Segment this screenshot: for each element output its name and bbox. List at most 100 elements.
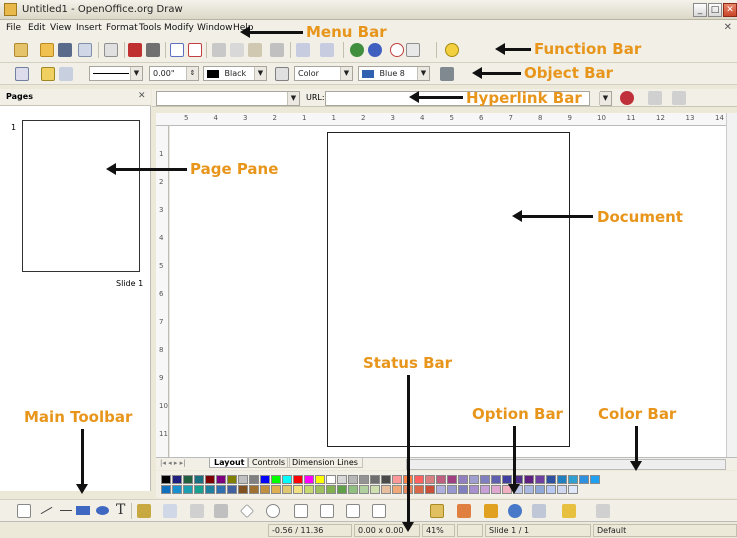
redo-icon[interactable] xyxy=(320,43,334,57)
color-swatch[interactable] xyxy=(436,485,446,494)
color-swatch[interactable] xyxy=(216,485,226,494)
color-swatch[interactable] xyxy=(458,475,468,484)
from-file-icon[interactable] xyxy=(457,504,471,518)
line-icon[interactable] xyxy=(15,67,29,81)
color-swatch[interactable] xyxy=(491,485,501,494)
color-swatch[interactable] xyxy=(172,475,182,484)
format-paintbrush-icon[interactable] xyxy=(270,43,284,57)
color-swatch[interactable] xyxy=(359,485,369,494)
arrow-style-icon[interactable] xyxy=(59,67,73,81)
area-style-select[interactable]: Color ▼ xyxy=(294,66,353,81)
color-swatch[interactable] xyxy=(557,475,567,484)
color-swatch[interactable] xyxy=(392,475,402,484)
color-swatch[interactable] xyxy=(370,485,380,494)
color-swatch[interactable] xyxy=(524,475,534,484)
area-color-select[interactable]: Blue 8 ▼ xyxy=(358,66,430,81)
close-document-icon[interactable]: ✕ xyxy=(724,22,732,33)
color-swatch[interactable] xyxy=(326,485,336,494)
export-pdf-icon[interactable] xyxy=(128,43,142,57)
color-swatch[interactable] xyxy=(392,485,402,494)
vertical-scrollbar[interactable] xyxy=(726,113,737,458)
color-swatch[interactable] xyxy=(271,475,281,484)
color-swatch[interactable] xyxy=(469,485,479,494)
minimize-button[interactable]: _ xyxy=(693,3,707,17)
navigator-icon[interactable] xyxy=(368,43,382,57)
hyperlink-icon[interactable] xyxy=(390,43,404,57)
color-swatch[interactable] xyxy=(359,475,369,484)
arrow-line-tool-icon[interactable] xyxy=(60,510,72,511)
document-page[interactable] xyxy=(327,132,570,447)
menu-tools[interactable]: Tools xyxy=(139,23,161,33)
spellcheck-icon[interactable] xyxy=(170,43,184,57)
color-swatch[interactable] xyxy=(183,485,193,494)
color-swatch[interactable] xyxy=(535,475,545,484)
color-swatch[interactable] xyxy=(348,485,358,494)
line-style-icon[interactable] xyxy=(41,67,55,81)
color-swatch[interactable] xyxy=(425,485,435,494)
edit-file-icon[interactable] xyxy=(104,43,118,57)
color-swatch[interactable] xyxy=(414,485,424,494)
gallery-icon[interactable] xyxy=(484,504,498,518)
menu-file[interactable]: File xyxy=(6,23,21,33)
line-style-select[interactable]: ▼ xyxy=(89,66,143,81)
paste-icon[interactable] xyxy=(248,43,262,57)
menu-view[interactable]: View xyxy=(50,23,71,33)
color-swatch[interactable] xyxy=(337,485,347,494)
status-zoom[interactable]: 41% xyxy=(422,524,455,537)
page-thumbnail[interactable] xyxy=(22,120,140,272)
link-icon[interactable] xyxy=(648,91,662,105)
tab-layout[interactable]: Layout xyxy=(209,458,250,468)
color-swatch[interactable] xyxy=(161,475,171,484)
rotate-icon[interactable] xyxy=(508,504,522,518)
color-swatch[interactable] xyxy=(282,475,292,484)
shadow-icon[interactable] xyxy=(440,67,454,81)
line-tool-icon[interactable] xyxy=(40,506,53,515)
stars-icon[interactable] xyxy=(372,504,386,518)
color-swatch[interactable] xyxy=(414,475,424,484)
tab-nav-arrows[interactable]: |◂ ◂ ▸ ▸| xyxy=(160,459,185,467)
url-history-select[interactable]: ▼ xyxy=(599,91,612,106)
arrange-icon[interactable] xyxy=(562,504,576,518)
basic-shapes-icon[interactable] xyxy=(240,504,254,518)
color-swatch[interactable] xyxy=(425,475,435,484)
rectangle-tool-icon[interactable] xyxy=(76,506,90,515)
color-swatch[interactable] xyxy=(326,475,336,484)
print-icon[interactable] xyxy=(146,43,160,57)
extrusion-icon[interactable] xyxy=(596,504,610,518)
lines-arrows-icon[interactable] xyxy=(190,504,204,518)
color-swatch[interactable] xyxy=(260,475,270,484)
color-swatch[interactable] xyxy=(436,475,446,484)
autospell-icon[interactable] xyxy=(188,43,202,57)
fontwork-icon[interactable] xyxy=(430,504,444,518)
color-swatch[interactable] xyxy=(315,485,325,494)
block-arrows-icon[interactable] xyxy=(294,504,308,518)
color-swatch[interactable] xyxy=(271,485,281,494)
select-icon[interactable] xyxy=(17,504,31,518)
color-swatch[interactable] xyxy=(249,485,259,494)
color-swatch[interactable] xyxy=(183,475,193,484)
color-swatch[interactable] xyxy=(502,475,512,484)
hyperlink-target-icon[interactable] xyxy=(620,91,634,105)
undo-icon[interactable] xyxy=(296,43,310,57)
cut-icon[interactable] xyxy=(212,43,226,57)
color-swatch[interactable] xyxy=(227,475,237,484)
color-swatch[interactable] xyxy=(304,485,314,494)
color-swatch[interactable] xyxy=(480,475,490,484)
color-swatch[interactable] xyxy=(293,475,303,484)
copy-icon[interactable] xyxy=(230,43,244,57)
curve-tool-icon[interactable] xyxy=(137,504,151,518)
menu-window[interactable]: Window xyxy=(197,23,233,33)
color-swatch[interactable] xyxy=(557,485,567,494)
close-button[interactable]: ✕ xyxy=(723,3,737,17)
horizontal-scrollbar[interactable] xyxy=(406,459,726,470)
area-icon[interactable] xyxy=(275,67,289,81)
flowchart-icon[interactable] xyxy=(320,504,334,518)
color-swatch[interactable] xyxy=(546,475,556,484)
color-swatch[interactable] xyxy=(491,475,501,484)
find-icon[interactable] xyxy=(672,91,686,105)
align-icon[interactable] xyxy=(532,504,546,518)
color-swatch[interactable] xyxy=(579,475,589,484)
color-swatch[interactable] xyxy=(447,485,457,494)
color-swatch[interactable] xyxy=(535,485,545,494)
color-swatch[interactable] xyxy=(480,485,490,494)
